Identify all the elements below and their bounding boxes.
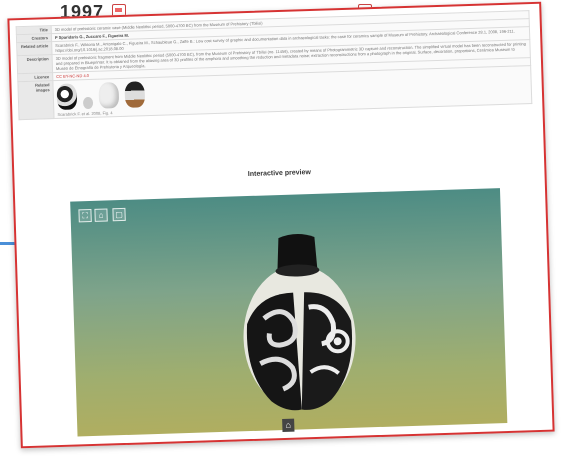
- thumbnail-image[interactable]: [56, 83, 78, 110]
- vase-model[interactable]: [236, 231, 362, 420]
- row-key: Related images: [17, 80, 55, 120]
- fullscreen-icon: ⛶: [82, 211, 89, 221]
- vr-button[interactable]: ⌂: [94, 208, 108, 222]
- row-key: Description: [17, 54, 53, 74]
- thumbnail-image[interactable]: [98, 82, 120, 109]
- fullscreen-button[interactable]: ⛶: [78, 208, 92, 223]
- home-icon: ⌂: [285, 419, 292, 430]
- row-key: Related article: [16, 41, 53, 56]
- home-button[interactable]: ⌂: [282, 418, 295, 433]
- vr-headset-icon: ⌂: [98, 210, 104, 220]
- thumbnail-image[interactable]: [124, 81, 146, 108]
- frame-button[interactable]: ▢: [112, 207, 126, 222]
- frame-icon: ▢: [115, 209, 124, 220]
- record-card: Title 3D model of prehistoric ceramic va…: [7, 1, 555, 449]
- metadata-table: Title 3D model of prehistoric ceramic va…: [16, 10, 533, 120]
- preview-title: Interactive preview: [247, 169, 311, 179]
- 3d-viewer[interactable]: ⛶ ⌂ ▢ ⌂: [70, 188, 508, 437]
- thumbnail-image[interactable]: [82, 96, 94, 110]
